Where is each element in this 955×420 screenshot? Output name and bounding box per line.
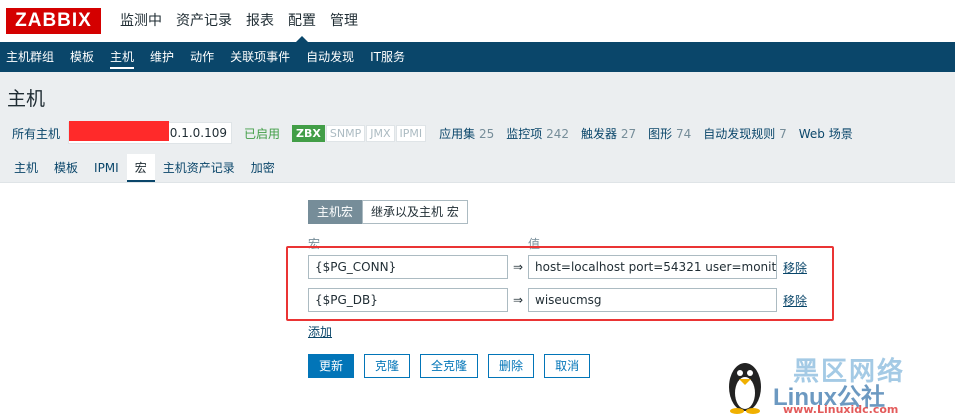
full-clone-button[interactable]: 全克隆	[420, 354, 479, 378]
macro-scope-toggle: 主机宏 继承以及主机 宏	[308, 200, 468, 224]
tab-ipmi[interactable]: IPMI	[86, 154, 127, 182]
cancel-button[interactable]: 取消	[544, 354, 591, 378]
jmx-badge: JMX	[366, 124, 395, 142]
update-button[interactable]: 更新	[308, 354, 355, 378]
clone-button[interactable]: 克隆	[364, 354, 411, 378]
top-menu-inventory[interactable]: 资产记录	[169, 0, 239, 42]
remove-macro-link[interactable]: 移除	[783, 259, 807, 276]
zabbix-logo[interactable]: ZABBIX	[6, 8, 101, 34]
applications-count: 25	[478, 126, 495, 141]
items-count: 242	[546, 126, 569, 141]
items-link[interactable]: 监控项 242	[506, 125, 569, 142]
tab-encryption[interactable]: 加密	[243, 154, 283, 182]
inherited-macros-option[interactable]: 继承以及主机 宏	[362, 200, 468, 224]
remove-macro-link[interactable]: 移除	[783, 292, 807, 309]
arrow-icon: ⇒	[512, 260, 524, 274]
triggers-label: 触发器	[581, 126, 618, 141]
top-menu-configuration[interactable]: 配置	[281, 0, 323, 42]
graphs-count: 74	[675, 126, 692, 141]
discovery-rules-count: 7	[779, 126, 787, 141]
triggers-count: 27	[620, 126, 637, 141]
availability-badges: ZBX SNMP JMX IPMI	[292, 124, 427, 142]
discovery-rules-link[interactable]: 自动发现规则 7	[703, 125, 786, 142]
all-hosts-link[interactable]: 所有主机	[12, 125, 60, 142]
zbx-badge: ZBX	[292, 124, 325, 142]
applications-label: 应用集	[439, 126, 476, 141]
host-macros-option[interactable]: 主机宏	[308, 200, 363, 224]
top-menu-monitoring[interactable]: 监测中	[113, 0, 169, 42]
top-menu-reports[interactable]: 报表	[239, 0, 281, 42]
macro-row: {$PG_DB} ⇒ wiseucmsg 移除	[308, 288, 807, 312]
add-macro-link[interactable]: 添加	[308, 323, 332, 340]
sub-menu-event-correlation[interactable]: 关联项事件	[224, 42, 300, 72]
macro-name-input[interactable]: {$PG_CONN}	[308, 255, 508, 279]
sub-menu: 主机群组 模板 主机 维护 动作 关联项事件 自动发现 IT服务	[0, 42, 955, 72]
top-bar: ZABBIX 监测中 资产记录 报表 配置 管理	[0, 0, 955, 42]
host-status[interactable]: 已启用	[244, 125, 280, 142]
macro-row: {$PG_CONN} ⇒ host=localhost port=54321 u…	[308, 255, 807, 279]
sub-menu-discovery[interactable]: 自动发现	[300, 42, 364, 72]
form-buttons: 更新 克隆 全克隆 删除 取消	[308, 354, 600, 378]
tab-templates[interactable]: 模板	[46, 154, 86, 182]
host-tabs: 主机 模板 IPMI 宏 主机资产记录 加密	[0, 154, 955, 182]
watermark-line3: www.Linuxidc.com	[783, 403, 899, 416]
sub-menu-actions[interactable]: 动作	[184, 42, 224, 72]
host-ip: 10.1.0.109	[162, 126, 228, 140]
top-menu: 监测中 资产记录 报表 配置 管理	[113, 0, 365, 42]
delete-button[interactable]: 删除	[488, 354, 535, 378]
macros-panel: 主机宏 继承以及主机 宏 宏 值 {$PG_CONN} ⇒ host=local…	[0, 182, 955, 420]
web-scenarios-link[interactable]: Web 场景	[799, 125, 853, 142]
triggers-link[interactable]: 触发器 27	[581, 125, 636, 142]
ipmi-badge: IPMI	[395, 124, 427, 142]
graphs-link[interactable]: 图形 74	[648, 125, 691, 142]
graphs-label: 图形	[648, 126, 673, 141]
watermark: 黑区网络 Linux公社 www.Linuxidc.com	[715, 345, 955, 420]
macro-value-input[interactable]: wiseucmsg	[528, 288, 777, 312]
applications-link[interactable]: 应用集 25	[439, 125, 494, 142]
sub-menu-host-groups[interactable]: 主机群组	[0, 42, 64, 72]
macro-value-input[interactable]: host=localhost port=54321 user=monitorin…	[528, 255, 777, 279]
snmp-badge: SNMP	[325, 124, 366, 142]
sub-menu-templates[interactable]: 模板	[64, 42, 104, 72]
tab-inventory[interactable]: 主机资产记录	[155, 154, 243, 182]
tab-host[interactable]: 主机	[6, 154, 46, 182]
sub-menu-hosts[interactable]: 主机	[104, 42, 144, 72]
penguin-icon	[729, 363, 761, 414]
host-info-bar: 所有主机 10.1.0.109 已启用 ZBX SNMP JMX IPMI 应用…	[0, 118, 955, 148]
top-menu-administration[interactable]: 管理	[323, 0, 365, 42]
page-title: 主机	[7, 88, 46, 110]
tab-macros[interactable]: 宏	[126, 154, 155, 182]
items-label: 监控项	[506, 126, 543, 141]
arrow-icon: ⇒	[512, 293, 524, 307]
redacted-host-name	[69, 121, 170, 141]
sub-menu-maintenance[interactable]: 维护	[144, 42, 184, 72]
discovery-rules-label: 自动发现规则	[703, 126, 776, 141]
macro-name-input[interactable]: {$PG_DB}	[308, 288, 508, 312]
host-name-box[interactable]: 10.1.0.109	[68, 121, 233, 144]
sub-menu-it-services[interactable]: IT服务	[364, 42, 415, 72]
